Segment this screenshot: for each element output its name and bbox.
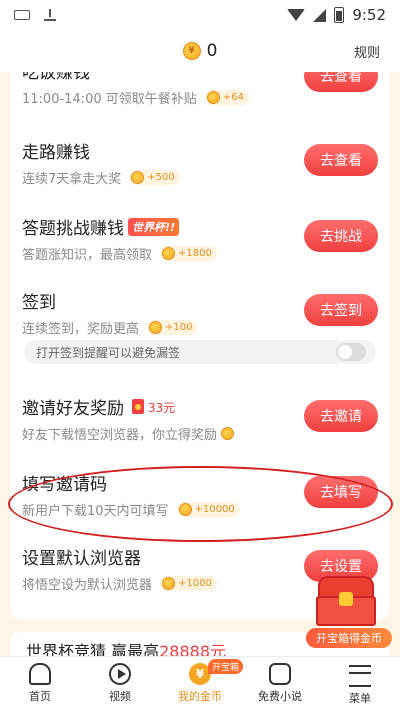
tab-novels[interactable]: 免费小说 [240, 657, 320, 710]
task-title: 吃饭赚钱 [22, 72, 90, 83]
tab-video[interactable]: 视频 [80, 657, 160, 710]
coin-icon: ¥ [182, 42, 201, 60]
task-title: 签到 [22, 293, 56, 313]
coin-icon [131, 171, 145, 184]
coin-icon [162, 247, 176, 260]
task-desc: 答题涨知识，最高领取 +1800 [22, 244, 217, 263]
keyboard-icon [14, 10, 30, 20]
reward-badge: +100 [147, 320, 198, 335]
task-desc: 将悟空设为默认浏览器 +1000 [22, 574, 217, 593]
treasure-chest-icon[interactable] [312, 576, 380, 626]
checkin-reminder-row: 打开签到提醒可以避免漏签 [24, 340, 376, 364]
task-desc: 11:00-14:00 可领取午餐补贴 +64 [22, 88, 249, 107]
task-title: 邀请好友奖励 33元 [22, 399, 176, 419]
download-icon [44, 9, 56, 21]
signal-icon [313, 8, 327, 22]
task-desc: 连续签到，奖励更高 +100 [22, 318, 198, 337]
highlight-annotation-oval [8, 466, 393, 542]
tab-home[interactable]: 首页 [0, 657, 80, 710]
status-bar: 9:52 [0, 0, 400, 30]
reward-badge: +500 [129, 170, 180, 185]
wifi-icon [287, 9, 306, 21]
invite-amount: 33元 [148, 401, 176, 415]
task-desc: 连续7天拿走大奖 +500 [22, 168, 180, 187]
video-play-icon [109, 663, 131, 685]
reward-badge: +1000 [160, 576, 217, 591]
task-title: 走路赚钱 [22, 143, 90, 163]
task-desc: 好友下载悟空浏览器，你立得奖励 [22, 424, 235, 443]
task-button-walk[interactable]: 去查看 [304, 144, 378, 176]
chest-label[interactable]: 开宝箱得金币 [306, 628, 392, 648]
task-button-checkin[interactable]: 去签到 [304, 294, 378, 326]
clock: 9:52 [352, 6, 386, 24]
rules-link[interactable]: 规则 [354, 42, 380, 61]
menu-icon [349, 664, 371, 687]
checkin-reminder-toggle[interactable] [336, 343, 366, 361]
tab-menu[interactable]: 菜单 [320, 657, 400, 710]
coin-icon [206, 91, 220, 104]
home-icon [29, 663, 51, 685]
task-item-lunch: 吃饭赚钱 11:00-14:00 可领取午餐补贴 +64 去查看 [10, 72, 390, 118]
bottom-tab-bar: 首页 视频 ¥ 我的金币 开宝箱 免费小说 菜单 [0, 656, 400, 710]
header: ¥ 0 规则 [0, 30, 400, 72]
battery-icon [334, 7, 345, 23]
task-button-lunch[interactable]: 去查看 [304, 72, 378, 92]
reward-badge: +64 [204, 90, 249, 105]
tab-my-coins[interactable]: ¥ 我的金币 开宝箱 [160, 657, 244, 710]
coin-icon [149, 321, 163, 334]
coin-icon [162, 577, 176, 590]
tab-badge: 开宝箱 [208, 659, 244, 674]
task-title: 设置默认浏览器 [22, 549, 141, 569]
task-button-invite[interactable]: 去邀请 [304, 400, 378, 432]
task-button-quiz[interactable]: 去挑战 [304, 220, 378, 252]
reward-badge: +1800 [160, 246, 217, 261]
coin-balance: 0 [206, 41, 218, 61]
book-icon [269, 663, 291, 685]
world-cup-tag: 世界杯!! [128, 218, 180, 236]
coin-icon [221, 427, 235, 440]
red-packet-icon [132, 399, 144, 414]
task-title: 答题挑战赚钱 世界杯!! [22, 214, 180, 239]
